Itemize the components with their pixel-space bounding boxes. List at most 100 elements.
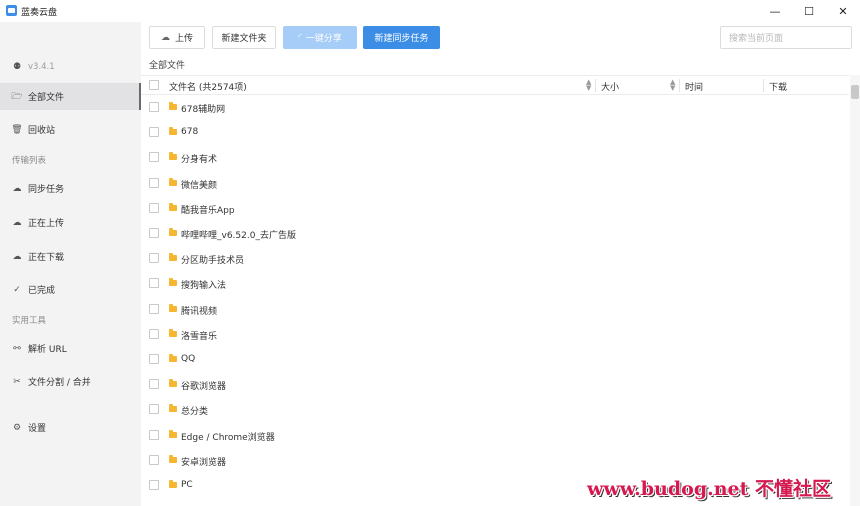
file-name[interactable]: PC (181, 480, 193, 490)
table-row[interactable]: 分身有术 (141, 145, 849, 170)
sidebar-item-recycle-bin[interactable]: 🗑 回收站 (0, 116, 141, 143)
folder-icon (169, 429, 177, 438)
sort-icon[interactable]: ▲ ▼ (586, 79, 591, 92)
table-row[interactable]: QQ (141, 347, 849, 372)
file-name[interactable]: 腾讯视频 (181, 304, 217, 317)
close-button[interactable]: ✕ (826, 0, 860, 22)
folder-icon (169, 152, 177, 161)
scrollbar-thumb[interactable] (851, 85, 859, 99)
row-checkbox[interactable] (149, 354, 159, 364)
new-folder-button[interactable]: 新建文件夹 (212, 26, 276, 49)
new-sync-task-button[interactable]: 新建同步任务 (363, 26, 440, 49)
sidebar-item-uploading[interactable]: ☁ 正在上传 (0, 209, 141, 236)
sidebar-item-label: 解析 URL (28, 345, 67, 355)
sort-icon[interactable]: ▲ ▼ (670, 79, 675, 92)
file-name[interactable]: 678辅助网 (181, 102, 225, 115)
folder-icon (169, 454, 177, 463)
file-name[interactable]: 搜狗输入法 (181, 278, 226, 291)
cloud-upload-icon: ☁ (160, 32, 170, 43)
file-name[interactable]: 总分类 (181, 404, 208, 417)
sidebar-item-settings[interactable]: ⚙ 设置 (0, 414, 141, 441)
column-size[interactable]: 大小 (601, 80, 619, 93)
table-row[interactable]: 总分类 (141, 397, 849, 422)
folder-icon (169, 253, 177, 262)
file-name[interactable]: 哔哩哔哩_v6.52.0_去广告版 (181, 228, 296, 241)
row-checkbox[interactable] (149, 379, 159, 390)
row-checkbox[interactable] (149, 429, 159, 440)
file-name[interactable]: 安卓浏览器 (181, 455, 226, 468)
sidebar-item-all-files[interactable]: 🗁 全部文件 (0, 83, 141, 110)
column-time[interactable]: 时间 (685, 80, 703, 93)
table-row[interactable]: Edge / Chrome浏览器 (141, 423, 849, 448)
table-row[interactable]: 腾讯视频 (141, 297, 849, 322)
file-name[interactable]: 酷我音乐App (181, 203, 235, 216)
scissors-icon: ✂ (13, 376, 21, 387)
folder-icon (169, 202, 177, 211)
upload-label: 上传 (174, 34, 193, 44)
file-name[interactable]: 微信美颜 (181, 178, 217, 191)
sidebar-item-label: 回收站 (28, 126, 56, 136)
table-row[interactable]: 678辅助网 (141, 95, 849, 120)
row-checkbox[interactable] (149, 328, 159, 339)
row-checkbox[interactable] (149, 253, 159, 264)
trash-icon: 🗑 (11, 124, 23, 135)
sidebar-item-label: 设置 (28, 424, 47, 434)
row-checkbox[interactable] (149, 303, 159, 314)
table-row[interactable]: 洛雪音乐 (141, 322, 849, 347)
sidebar-item-parse-url[interactable]: ⚯ 解析 URL (0, 335, 141, 362)
upload-button[interactable]: ☁ 上传 (149, 26, 205, 49)
sidebar-item-sync-tasks[interactable]: ☁ 同步任务 (0, 175, 141, 202)
file-name[interactable]: QQ (181, 354, 195, 364)
sidebar-item-file-split-merge[interactable]: ✂ 文件分割 / 合并 (0, 368, 141, 395)
file-name[interactable]: 分区助手技术员 (181, 253, 244, 266)
row-checkbox[interactable] (149, 127, 159, 138)
row-checkbox[interactable] (149, 278, 159, 289)
file-name[interactable]: Edge / Chrome浏览器 (181, 430, 275, 443)
table-row[interactable]: 安卓浏览器 (141, 448, 849, 473)
row-checkbox[interactable] (149, 454, 159, 465)
file-name[interactable]: 谷歌浏览器 (181, 379, 226, 392)
table-row[interactable]: 谷歌浏览器 (141, 372, 849, 397)
sidebar-item-label: 同步任务 (28, 185, 65, 195)
row-checkbox[interactable] (149, 102, 159, 112)
select-all-checkbox[interactable] (149, 80, 159, 90)
table-row[interactable]: 搜狗输入法 (141, 271, 849, 296)
minimize-button[interactable]: — (758, 0, 792, 22)
watermark: www.budog.net 不懂社区 (587, 478, 832, 500)
sidebar: ⚉ v3.4.1 🗁 全部文件 🗑 回收站 传输列表 ☁ 同步任务 ☁ 正在上传… (0, 22, 141, 506)
folder-icon (169, 379, 177, 388)
table-header: 文件名 (共2574项) ▲ ▼ 大小 ▲ ▼ 时间 下载 (141, 75, 849, 95)
folder-open-icon: 🗁 (11, 91, 23, 102)
folder-icon (169, 127, 177, 136)
row-checkbox[interactable] (149, 480, 159, 490)
row-checkbox[interactable] (149, 404, 159, 415)
table-row[interactable]: 酷我音乐App (141, 196, 849, 221)
breadcrumb: 全部文件 (149, 61, 186, 71)
table-row[interactable]: 678 (141, 120, 849, 145)
sidebar-item-completed[interactable]: ✓ 已完成 (0, 276, 141, 303)
main-panel: ☁ 上传 新建文件夹 ◜ 一键分享 新建同步任务 搜索当前页面 全部文件 文件名… (141, 22, 860, 506)
row-checkbox[interactable] (149, 177, 159, 188)
table-row[interactable]: 哔哩哔哩_v6.52.0_去广告版 (141, 221, 849, 246)
share-button[interactable]: ◜ 一键分享 (283, 26, 357, 49)
row-checkbox[interactable] (149, 152, 159, 163)
table-row[interactable]: 分区助手技术员 (141, 246, 849, 271)
sidebar-item-label: 文件分割 / 合并 (28, 378, 91, 388)
maximize-button[interactable]: ☐ (792, 0, 826, 22)
search-input[interactable]: 搜索当前页面 (720, 26, 852, 49)
scrollbar[interactable] (850, 75, 860, 506)
sidebar-item-downloading[interactable]: ☁ 正在下载 (0, 243, 141, 270)
row-checkbox[interactable] (149, 202, 159, 213)
file-name[interactable]: 678 (181, 127, 198, 137)
column-download[interactable]: 下载 (769, 80, 787, 93)
row-checkbox[interactable] (149, 228, 159, 238)
column-name[interactable]: 文件名 (共2574项) (169, 80, 247, 93)
table-row[interactable]: 微信美颜 (141, 171, 849, 196)
sidebar-item-label: 已完成 (28, 286, 56, 296)
file-name[interactable]: 分身有术 (181, 152, 217, 165)
gear-icon: ⚙ (12, 422, 22, 433)
sidebar-item-label: 正在上传 (28, 219, 65, 229)
folder-icon (169, 228, 177, 236)
file-name[interactable]: 洛雪音乐 (181, 329, 217, 342)
title-bar: 蓝奏云盘 — ☐ ✕ (0, 0, 860, 22)
